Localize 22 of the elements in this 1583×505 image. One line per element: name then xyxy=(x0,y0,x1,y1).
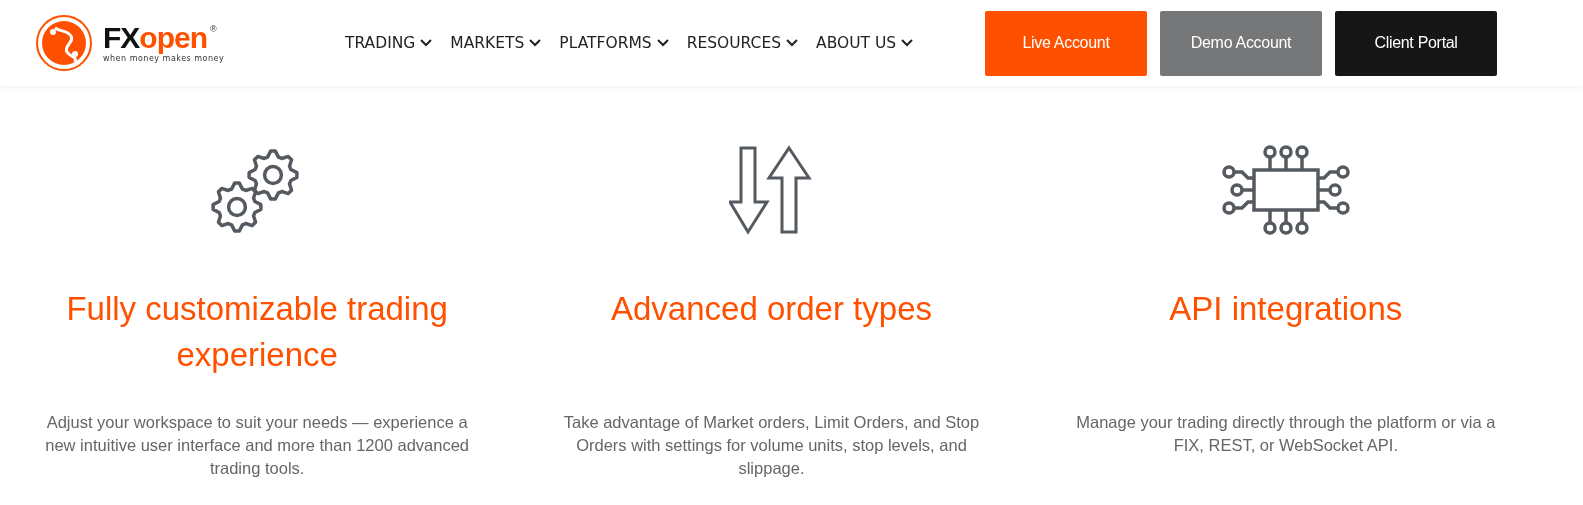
nav-menu-item[interactable]: PLATFORMS xyxy=(559,34,669,52)
nav-menu-item[interactable]: ABOUT US xyxy=(816,34,914,52)
feature-description: Take advantage of Market orders, Limit Orders, and Stop Orders with settings for volume units, stop levels, and slippage. xyxy=(562,412,981,479)
account-button[interactable]: Demo Account xyxy=(1160,10,1322,76)
nav-menu-item[interactable]: TRADING xyxy=(345,34,433,52)
chevron-down-icon xyxy=(786,39,799,47)
chevron-down-icon xyxy=(901,39,914,47)
chevron-down-icon xyxy=(529,39,542,47)
feature-title: Fully customizable trading experience xyxy=(65,289,449,375)
feature-title: API integrations xyxy=(1168,289,1404,329)
account-button[interactable]: Client Portal xyxy=(1335,10,1497,76)
chevron-down-icon xyxy=(420,39,433,47)
up-down-arrows-icon xyxy=(729,145,814,235)
chevron-down-icon xyxy=(656,39,669,47)
feature-title: Advanced order types xyxy=(609,289,933,329)
logo-tagline: when money makes money xyxy=(103,53,225,63)
brand-logo[interactable]: FXopen® xyxy=(103,23,217,52)
feature-description: Adjust your workspace to suit your needs — experience a new intuitive user interface and more than 1200 advanced trading tools. xyxy=(44,412,471,479)
nav-menu-item[interactable]: MARKETS xyxy=(450,34,542,52)
circuit-chip-icon xyxy=(1219,144,1352,236)
nav-menu-item[interactable]: RESOURCES xyxy=(686,34,799,52)
feature-description: Manage your trading directly through the platform or via a FIX, REST, or WebSocket API. xyxy=(1075,412,1497,456)
